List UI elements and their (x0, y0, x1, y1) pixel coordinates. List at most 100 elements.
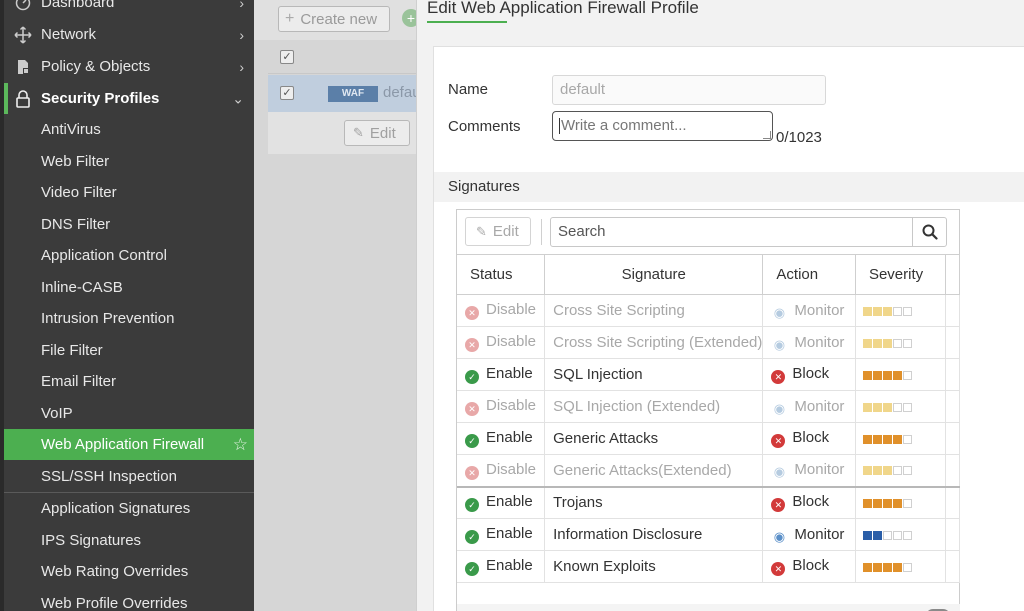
sidebar-item-file-filter[interactable]: File Filter (4, 335, 254, 366)
severity-cell (855, 326, 946, 359)
sidebar-item-application-control[interactable]: Application Control (4, 240, 254, 271)
table-row[interactable]: ✓ Enable SQL Injection ✕ Block (457, 358, 961, 391)
severity-cell (855, 518, 946, 551)
table-row[interactable]: ✓ Enable Generic Attacks ✕ Block (457, 422, 961, 455)
edit-button[interactable]: ✎ Edit (344, 120, 410, 146)
status-text: Enable (486, 493, 533, 511)
sidebar-item-dashboard[interactable]: Dashboard › (4, 0, 254, 18)
column-action[interactable]: Action (762, 254, 856, 295)
severity-meter (862, 466, 912, 476)
status-text: Disable (486, 301, 537, 318)
column-status[interactable]: Status (457, 254, 546, 295)
signature-edit-button[interactable]: ✎ Edit (465, 217, 531, 246)
severity-meter (862, 434, 912, 444)
action-text: Monitor (794, 461, 845, 479)
severity-cell (855, 454, 946, 488)
sidebar-item-voip[interactable]: VoIP (4, 398, 254, 429)
table-row[interactable]: ✕ Disable SQL Injection (Extended) ◉ Monitor (457, 390, 961, 423)
sidebar-item-video-filter[interactable]: Video Filter (4, 177, 254, 208)
signature-cell: Information Disclosure (544, 518, 764, 551)
status-cell: ✓ Enable (457, 358, 546, 391)
spacer-cell (945, 454, 961, 488)
sidebar-item-intrusion-prevention[interactable]: Intrusion Prevention (4, 303, 254, 334)
comments-field[interactable]: Write a comment... (552, 111, 773, 141)
sidebar-item-dns-filter[interactable]: DNS Filter (4, 209, 254, 240)
sidebar-item-web-profile-overrides[interactable]: Web Profile Overrides (4, 588, 254, 611)
sidebar-item-antivirus[interactable]: AntiVirus (4, 114, 254, 145)
sidebar-item-application-signatures[interactable]: Application Signatures (4, 493, 254, 524)
sidebar-item-label: Dashboard (41, 0, 115, 11)
table-row[interactable]: ✓ Enable Trojans ✕ Block (457, 486, 961, 519)
sidebar-item-label: Email Filter (41, 373, 117, 390)
status-cell: ✕ Disable (457, 326, 546, 359)
sidebar-item-web-filter[interactable]: Web Filter (4, 146, 254, 177)
status-text: Enable (486, 429, 533, 446)
severity-meter (862, 498, 912, 508)
sidebar-item-policy-objects[interactable]: Policy & Objects › (4, 51, 254, 82)
action-text: Block (792, 365, 830, 382)
action-cell: ✕ Block (762, 550, 856, 583)
sidebar-item-web-application-firewall[interactable]: Web Application Firewall ☆ (4, 429, 254, 460)
select-all-checkbox[interactable]: ✓ (280, 50, 294, 64)
sidebar-item-label: Web Rating Overrides (41, 563, 189, 580)
sidebar-item-network[interactable]: Network › (4, 19, 254, 50)
sidebar-item-label: Application Signatures (41, 500, 191, 517)
spacer-cell (945, 518, 961, 551)
column-severity[interactable]: Severity (855, 254, 946, 295)
search-input[interactable]: Search (550, 217, 947, 247)
sidebar-item-label: Video Filter (41, 184, 117, 201)
table-row[interactable]: ✓ Enable Known Exploits ✕ Block (457, 550, 961, 583)
sidebar-item-label: Inline-CASB (41, 279, 123, 296)
spacer-cell (945, 358, 961, 391)
sidebar-item-label: IPS Signatures (41, 532, 142, 549)
spacer-cell (945, 390, 961, 423)
severity-meter (862, 402, 912, 412)
block-icon: ✕ (771, 434, 786, 448)
action-text: Block (792, 429, 830, 446)
sidebar-item-label: Intrusion Prevention (41, 310, 175, 327)
lock-icon (14, 89, 32, 108)
status-text: Enable (486, 365, 533, 382)
action-cell: ◉ Monitor (762, 454, 856, 488)
action-text: Block (792, 557, 830, 574)
action-text: Monitor (794, 333, 845, 351)
sidebar-item-label: Web Filter (41, 153, 110, 170)
star-icon[interactable]: ☆ (233, 435, 248, 455)
sidebar-item-ssl-ssh-inspection[interactable]: SSL/SSH Inspection (4, 461, 254, 492)
sidebar-item-email-filter[interactable]: Email Filter (4, 366, 254, 397)
row-checkbox[interactable]: ✓ (280, 86, 294, 100)
comments-label: Comments (448, 118, 521, 135)
row-actions: ✎ Edit (268, 112, 424, 154)
list-toolbar: + Create new + (254, 0, 424, 40)
signature-text: Information Disclosure (553, 526, 703, 543)
create-new-button[interactable]: + Create new (278, 6, 390, 32)
table-row[interactable]: ✕ Disable Generic Attacks(Extended) ◉ Monito… (457, 454, 961, 488)
chevron-down-icon: ⌄ (232, 90, 244, 106)
severity-meter (862, 530, 912, 540)
sidebar-item-web-rating-overrides[interactable]: Web Rating Overrides (4, 556, 254, 587)
signature-text: Cross Site Scripting (553, 302, 685, 319)
spacer-cell (945, 326, 961, 359)
char-count: 0/1023 (776, 129, 822, 146)
table-row[interactable]: ✕ Disable Cross Site Scripting ◉ Monitor (457, 294, 961, 327)
table-row[interactable]: ✓ Enable Information Disclosure ◉ Monitor (457, 518, 961, 551)
signature-cell: Generic Attacks (544, 422, 764, 455)
action-cell: ◉ Monitor (762, 294, 856, 327)
resize-handle-icon[interactable] (763, 131, 771, 139)
action-text: Monitor (794, 525, 845, 543)
column-signature[interactable]: Signature (544, 254, 764, 295)
sidebar-divider (4, 492, 254, 493)
eye-icon: ◉ (773, 528, 786, 544)
sidebar-item-inline-casb[interactable]: Inline-CASB (4, 272, 254, 303)
name-field[interactable]: default (552, 75, 826, 105)
chevron-right-icon: › (239, 26, 244, 43)
search-button[interactable] (912, 218, 946, 246)
comments-placeholder: Write a comment... (561, 117, 687, 134)
signature-cell: Trojans (544, 486, 764, 519)
sidebar-item-security-profiles[interactable]: Security Profiles ⌄ (4, 83, 254, 114)
sidebar-item-label: Security Profiles (41, 90, 160, 107)
table-row[interactable]: ✓ WAF default (268, 75, 428, 112)
sidebar-item-ips-signatures[interactable]: IPS Signatures (4, 525, 254, 556)
table-row[interactable]: ✕ Disable Cross Site Scripting (Extended) ◉… (457, 326, 961, 359)
name-label: Name (448, 81, 489, 98)
